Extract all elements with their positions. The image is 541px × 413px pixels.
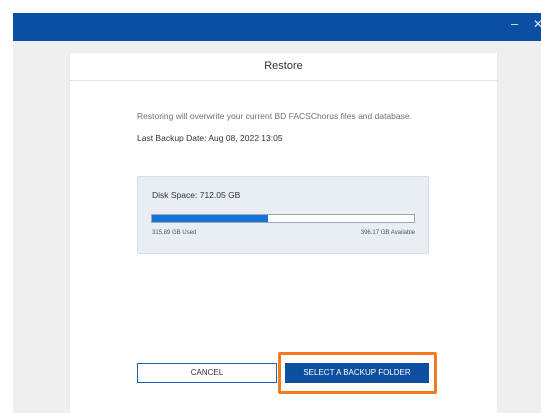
disk-usage-bar xyxy=(151,214,415,223)
disk-available-label: 396.17 GB Available xyxy=(360,230,415,236)
restore-warning-text: Restoring will overwrite your current BD… xyxy=(137,111,412,121)
disk-space-label: Disk Space: 712.05 GB xyxy=(152,190,241,200)
minimize-icon[interactable]: – xyxy=(511,17,518,31)
cancel-button[interactable]: CANCEL xyxy=(137,363,277,383)
restore-dialog: Restore Restoring will overwrite your cu… xyxy=(70,53,497,413)
disk-used-label: 315.89 GB Used xyxy=(152,230,197,236)
window-titlebar xyxy=(13,13,541,41)
close-icon[interactable]: ✕ xyxy=(533,17,541,31)
disk-space-panel: Disk Space: 712.05 GB 315.89 GB Used 396… xyxy=(137,176,429,254)
select-backup-folder-button[interactable]: SELECT A BACKUP FOLDER xyxy=(285,363,429,383)
dialog-header: Restore xyxy=(70,53,497,81)
last-backup-date: Last Backup Date: Aug 08, 2022 13:05 xyxy=(137,133,283,143)
disk-usage-bar-fill xyxy=(152,215,269,222)
dialog-title: Restore xyxy=(264,60,303,72)
